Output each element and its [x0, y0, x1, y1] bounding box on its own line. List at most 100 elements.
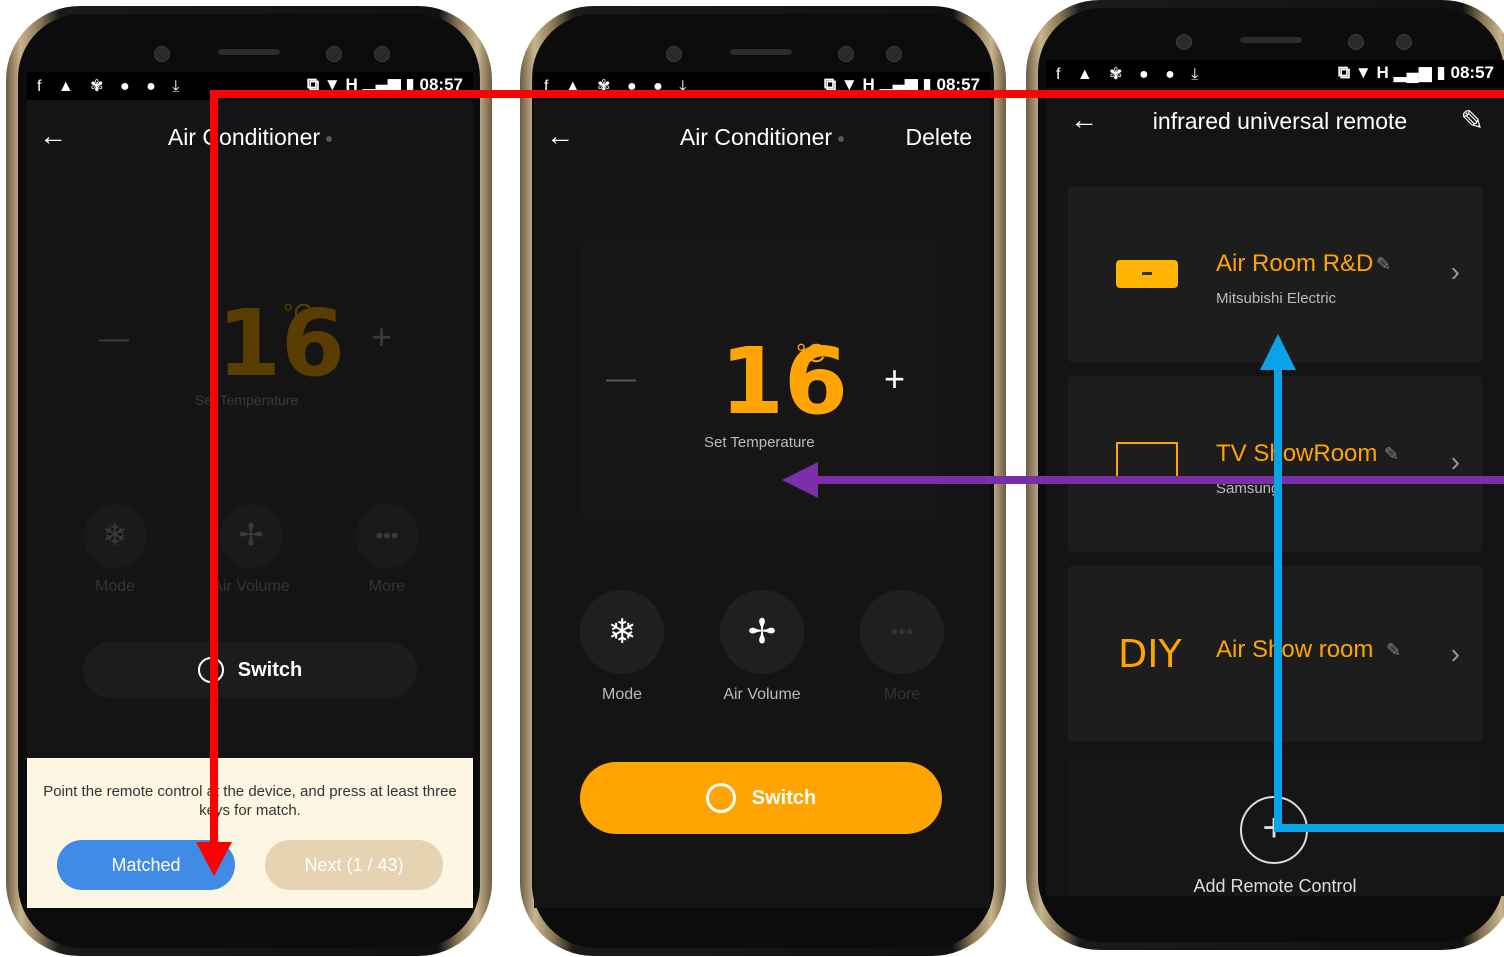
- temperature-value: 16: [720, 328, 849, 435]
- wifi-icon: ▼: [323, 75, 341, 94]
- edit-pencil-icon[interactable]: ✎: [1461, 104, 1484, 137]
- device-brand: Samsung: [1216, 480, 1280, 497]
- switch-button[interactable]: Switch: [580, 762, 942, 834]
- app-bar: ← Air Conditioner: [27, 100, 473, 176]
- air-volume-button[interactable]: ✢: [720, 590, 804, 674]
- temperature-label: Set Temperature: [195, 392, 299, 408]
- snowflake-icon: ❄: [102, 519, 128, 552]
- battery-icon: ▮: [922, 75, 932, 94]
- mode-label: Mode: [94, 578, 136, 595]
- next-button[interactable]: Next (1 / 43): [265, 840, 443, 890]
- rename-pencil-icon[interactable]: ✎: [1386, 640, 1401, 661]
- temperature-unit: °C: [796, 338, 826, 368]
- network-type: H: [1376, 63, 1389, 82]
- device-card-tv[interactable]: TV ShowRoom ✎ Samsung ›: [1068, 376, 1482, 552]
- page-title: Air Conditioner: [167, 124, 321, 150]
- air-conditioner-icon: [1116, 260, 1178, 288]
- page-title: infrared universal remote: [1152, 108, 1408, 134]
- temperature-unit: °C: [283, 298, 313, 328]
- sensor: [1348, 34, 1364, 50]
- status-dot: [838, 135, 845, 142]
- device-name: Air Show room: [1216, 636, 1374, 663]
- snowflake-icon: ❄: [607, 613, 637, 651]
- app-bar: ← Air Conditioner Delete: [534, 100, 990, 176]
- more-dots-icon: •••: [375, 523, 399, 548]
- sensor: [374, 46, 390, 62]
- battery-icon: ▮: [1436, 63, 1446, 82]
- mode-button[interactable]: ❄: [83, 504, 147, 568]
- device-card-air-room[interactable]: Air Room R&D ✎ Mitsubishi Electric ›: [1068, 186, 1482, 362]
- air-volume-button[interactable]: ✢: [219, 504, 283, 568]
- clock: 08:57: [419, 75, 463, 94]
- cast-icon: ⧉: [307, 75, 320, 94]
- back-arrow-icon[interactable]: ←: [546, 120, 574, 152]
- sensor: [326, 46, 342, 62]
- temp-minus-button[interactable]: —: [99, 322, 129, 356]
- temp-minus-button[interactable]: —: [606, 362, 636, 396]
- temp-plus-button[interactable]: +: [884, 358, 905, 400]
- screen-air-conditioner: f ▲ ✾ ● ● ⤓ ⧉ ▼ H ▂▄▆ ▮ 08:57 ← Air Cond…: [534, 72, 990, 908]
- delete-button[interactable]: Delete: [906, 124, 972, 151]
- status-bar: f ▲ ✾ ● ● ⤓ ⧉ ▼ H ▂▄▆ ▮ 08:57: [1046, 60, 1504, 88]
- network-type: H: [862, 75, 875, 94]
- add-plus-icon: +: [1240, 796, 1308, 864]
- diy-icon: DIY: [1118, 632, 1182, 676]
- notification-icons: f ▲ ✾ ● ● ⤓: [37, 78, 186, 95]
- fan-icon: ✢: [747, 613, 777, 651]
- switch-button[interactable]: Switch: [83, 642, 417, 698]
- front-camera: [154, 46, 170, 62]
- page-title: Air Conditioner: [679, 124, 833, 150]
- wifi-icon: ▼: [840, 75, 858, 94]
- air-volume-label: Air Volume: [212, 578, 290, 595]
- more-dots-icon: •••: [890, 619, 914, 644]
- switch-label: Switch: [237, 659, 303, 681]
- mode-button[interactable]: ❄: [580, 590, 664, 674]
- screen-matching: f ▲ ✾ ● ● ⤓ ⧉ ▼ H ▂▄▆ ▮ 08:57 ← Air Cond…: [27, 72, 473, 908]
- cast-icon: ⧉: [1338, 63, 1351, 82]
- status-bar: f ▲ ✾ ● ● ⤓ ⧉ ▼ H ▂▄▆ ▮ 08:57: [27, 72, 473, 100]
- sensor: [838, 46, 854, 62]
- sensor: [886, 46, 902, 62]
- device-name: TV ShowRoom: [1216, 440, 1378, 467]
- network-type: H: [345, 75, 358, 94]
- more-label: More: [368, 578, 406, 595]
- signal-icon: ▂▄▆: [362, 75, 401, 94]
- earpiece: [730, 49, 792, 55]
- cast-icon: ⧉: [824, 75, 837, 94]
- sensor: [1396, 34, 1412, 50]
- device-brand: Mitsubishi Electric: [1216, 290, 1337, 307]
- chevron-right-icon: ›: [1450, 638, 1460, 669]
- matched-button[interactable]: Matched: [57, 840, 235, 890]
- clock: 08:57: [936, 75, 980, 94]
- fan-icon: ✢: [238, 519, 264, 552]
- device-card-diy[interactable]: DIY Air Show room ✎ ›: [1068, 566, 1482, 742]
- more-button[interactable]: •••: [860, 590, 944, 674]
- add-remote-label: Add Remote Control: [1193, 876, 1357, 896]
- more-button[interactable]: •••: [355, 504, 419, 568]
- rename-pencil-icon[interactable]: ✎: [1384, 444, 1399, 465]
- switch-label: Switch: [751, 787, 817, 809]
- tv-icon: [1116, 442, 1178, 480]
- wifi-icon: ▼: [1354, 63, 1372, 82]
- temperature-label: Set Temperature: [704, 434, 815, 451]
- add-remote-card[interactable]: + Add Remote Control: [1068, 754, 1482, 896]
- match-instruction: Point the remote control at the device, …: [43, 783, 457, 819]
- power-icon: [197, 657, 224, 683]
- temperature-value: 16: [217, 290, 346, 397]
- front-camera: [666, 46, 682, 62]
- power-icon: [705, 783, 736, 813]
- mode-label: Mode: [601, 686, 643, 703]
- clock: 08:57: [1450, 63, 1494, 82]
- earpiece: [218, 49, 280, 55]
- signal-icon: ▂▄▆: [1393, 63, 1432, 82]
- battery-icon: ▮: [405, 75, 415, 94]
- temp-plus-button[interactable]: +: [371, 316, 392, 358]
- status-bar: f ▲ ✾ ● ● ⤓ ⧉ ▼ H ▂▄▆ ▮ 08:57: [534, 72, 990, 100]
- chevron-right-icon: ›: [1450, 446, 1460, 477]
- app-bar: ← infrared universal remote ✎: [1046, 88, 1504, 164]
- match-panel: Point the remote control at the device, …: [27, 758, 473, 908]
- rename-pencil-icon[interactable]: ✎: [1376, 254, 1391, 275]
- screen-remote-list: f ▲ ✾ ● ● ⤓ ⧉ ▼ H ▂▄▆ ▮ 08:57 ← infrared…: [1046, 60, 1504, 896]
- status-dot: [326, 135, 333, 142]
- device-name: Air Room R&D: [1216, 250, 1374, 277]
